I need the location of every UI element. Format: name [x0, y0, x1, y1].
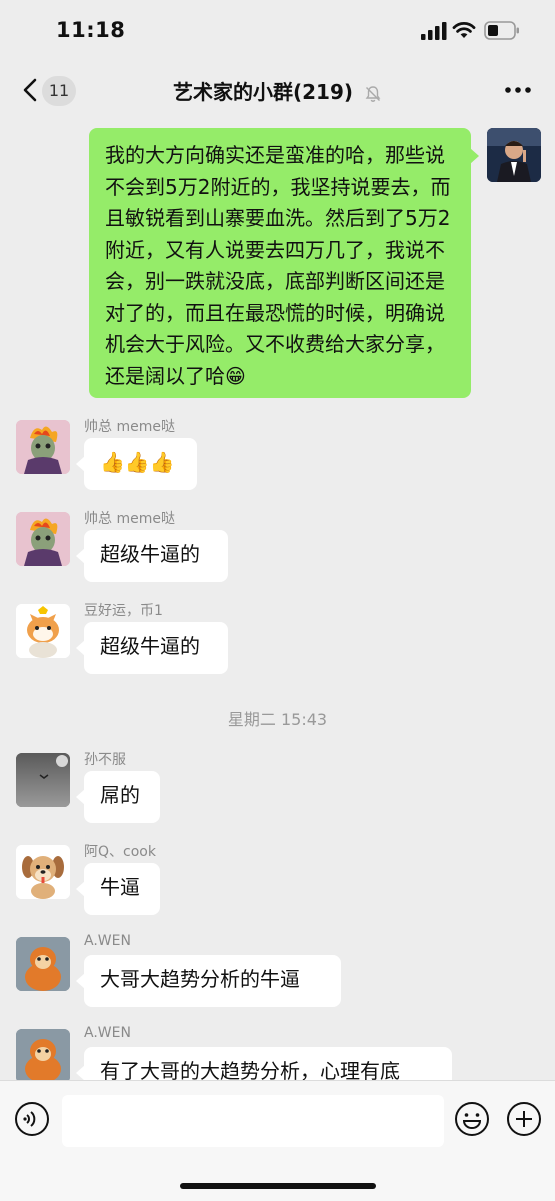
message-bubble[interactable]: 牛逼 [76, 863, 160, 915]
chat-title-wrap: 艺术家的小群(219) [0, 76, 555, 105]
emoji-icon[interactable] [454, 1101, 490, 1137]
status-bar: 11:18 [0, 0, 555, 62]
signal-icon [421, 22, 447, 40]
sender-name: 帅总 meme哒 [84, 511, 175, 527]
sender-avatar[interactable] [16, 753, 70, 807]
sender-name: 豆好运，币1 [84, 603, 163, 619]
message-bubble[interactable]: 超级牛逼的 [76, 530, 228, 582]
status-time: 11:18 [56, 18, 126, 42]
sender-name: 孙不服 [84, 752, 126, 768]
chat-header: 艺术家的小群(219) 11 [0, 62, 555, 118]
battery-icon [484, 21, 519, 40]
sender-name: A.WEN [84, 933, 131, 949]
unread-count-badge[interactable]: 11 [42, 76, 76, 106]
home-indicator [180, 1183, 376, 1189]
mute-bell-icon [365, 85, 381, 102]
sender-name: 阿Q、cook [84, 844, 156, 860]
sender-name: A.WEN [84, 1025, 131, 1041]
voice-icon[interactable] [14, 1101, 50, 1137]
sender-avatar[interactable] [16, 512, 70, 566]
more-icon[interactable] [504, 80, 532, 100]
wifi-icon [452, 22, 476, 38]
plus-icon[interactable] [506, 1101, 542, 1137]
chat-title: 艺术家的小群(219) [173, 80, 354, 104]
sender-avatar[interactable] [16, 937, 70, 991]
sender-avatar[interactable] [16, 845, 70, 899]
chat-timestamp: 星期二 15:43 [227, 710, 328, 729]
message-bubble[interactable]: 屌的 [76, 771, 160, 823]
message-bubble[interactable]: 大哥大趋势分析的牛逼 [76, 955, 341, 1007]
self-avatar[interactable] [487, 128, 541, 182]
sender-avatar[interactable] [16, 1029, 70, 1083]
sender-avatar[interactable] [16, 604, 70, 658]
sender-name: 帅总 meme哒 [84, 419, 175, 435]
self-message-bubble[interactable]: 我的大方向确实还是蛮准的哈，那些说不会到5万2附近的，我坚持说要去，而且敏锐看到… [89, 128, 479, 398]
message-bubble[interactable]: 超级牛逼的 [76, 622, 228, 674]
sender-avatar[interactable] [16, 420, 70, 474]
message-bubble[interactable]: 👍👍👍 [76, 438, 197, 490]
message-input[interactable] [62, 1095, 444, 1147]
